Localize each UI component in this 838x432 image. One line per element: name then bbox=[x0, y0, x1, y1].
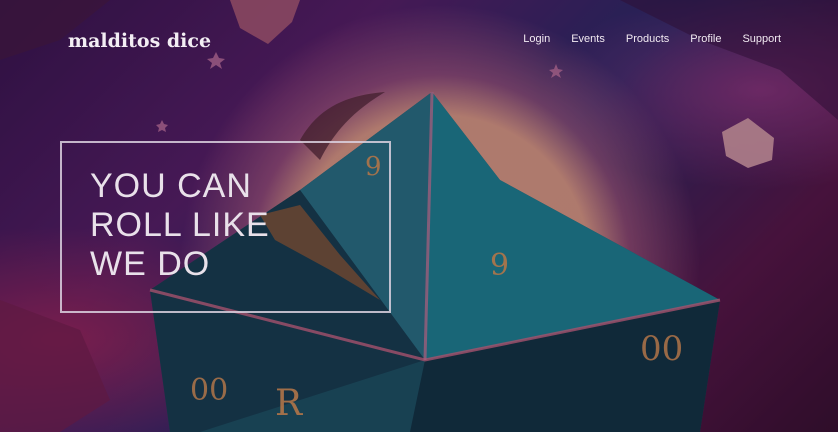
tagline-line-2: ROLL LIKE bbox=[90, 206, 270, 244]
hero-section: 9 9 00 00 R malditos dice Login Events P… bbox=[0, 0, 838, 432]
nav-products-link[interactable]: Products bbox=[626, 33, 669, 45]
tagline-frame: YOU CAN ROLL LIKE WE DO bbox=[60, 141, 391, 313]
nav-login-link[interactable]: Login bbox=[523, 33, 550, 45]
nav-profile-link[interactable]: Profile bbox=[690, 33, 721, 45]
hero-tagline: YOU CAN ROLL LIKE WE DO bbox=[90, 167, 270, 284]
nav-support-link[interactable]: Support bbox=[742, 33, 781, 45]
tagline-line-3: WE DO bbox=[90, 245, 211, 283]
main-nav: Login Events Products Profile Support bbox=[523, 33, 781, 45]
nav-events-link[interactable]: Events bbox=[571, 33, 605, 45]
brand-logo[interactable]: malditos dice bbox=[68, 30, 211, 52]
tagline-line-1: YOU CAN bbox=[90, 167, 252, 205]
